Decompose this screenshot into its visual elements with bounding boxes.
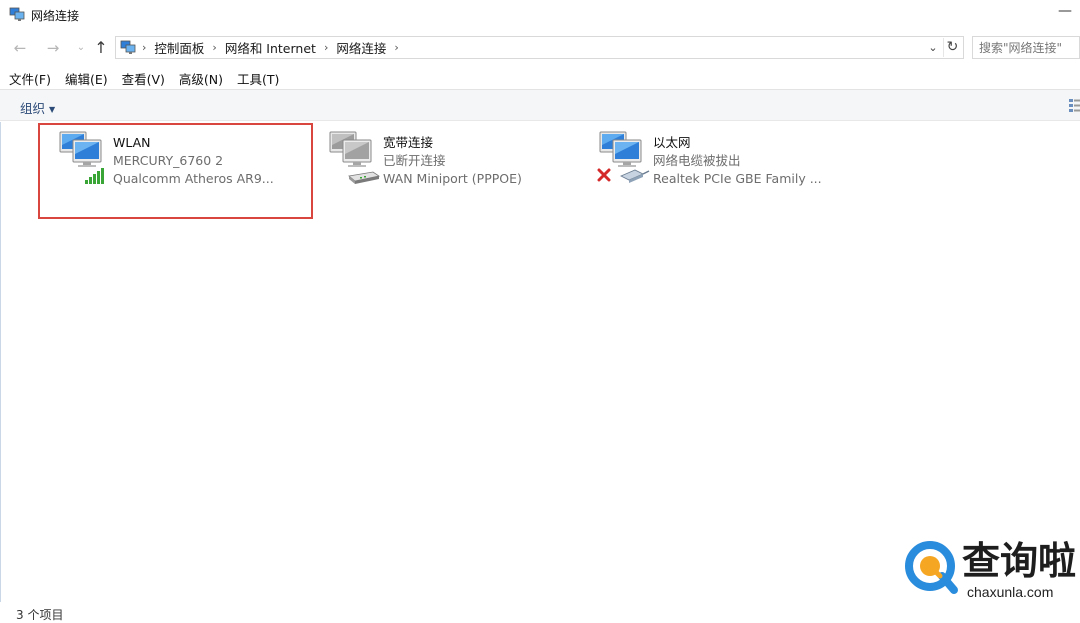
- status-bar-item-count: 3 个项目: [16, 608, 64, 622]
- connection-device: Realtek PCIe GBE Family ...: [653, 171, 822, 186]
- recent-locations-button[interactable]: ⌄: [72, 38, 90, 58]
- organize-label: 组织: [20, 101, 46, 116]
- broadband-modem-icon: [329, 131, 381, 184]
- back-button[interactable]: ←: [11, 38, 29, 58]
- forward-button[interactable]: →: [44, 38, 62, 58]
- network-location-icon: [120, 40, 136, 54]
- navigation-row: ← → ⌄ ↑ › 控制面板 › 网络和 Internet › 网络连接 › ⌄…: [0, 34, 1080, 62]
- breadcrumb-separator[interactable]: ›: [212, 41, 216, 54]
- breadcrumb-network-connections[interactable]: 网络连接: [336, 38, 386, 57]
- breadcrumb: › 控制面板 › 网络和 Internet › 网络连接 ›: [142, 37, 407, 58]
- address-bar[interactable]: › 控制面板 › 网络和 Internet › 网络连接 › ⌄ ↻: [115, 36, 964, 59]
- view-options-icon[interactable]: [1068, 98, 1080, 112]
- up-button[interactable]: ↑: [92, 38, 110, 58]
- connection-texts: 宽带连接 已断开连接 WAN Miniport (PPPOE): [383, 134, 522, 188]
- network-connections-app-icon: [9, 7, 25, 21]
- connection-status: 已断开连接: [383, 153, 446, 168]
- connection-device: WAN Miniport (PPPOE): [383, 171, 522, 186]
- connection-name: 以太网: [653, 135, 691, 150]
- breadcrumb-network-internet[interactable]: 网络和 Internet: [225, 38, 316, 57]
- watermark-logo-icon: [905, 541, 958, 594]
- organize-button[interactable]: 组织 ▼: [20, 98, 55, 117]
- minimize-button[interactable]: —: [1042, 0, 1072, 30]
- refresh-button[interactable]: ↻: [943, 38, 961, 57]
- window-title: 网络连接: [31, 9, 80, 23]
- connection-status: 网络电缆被拔出: [653, 153, 741, 168]
- menu-advanced[interactable]: 高级(N): [179, 69, 223, 88]
- command-bar: 组织 ▼: [0, 89, 1080, 121]
- connection-item-broadband[interactable]: 宽带连接 已断开连接 WAN Miniport (PPPOE): [327, 130, 577, 190]
- watermark: 查询啦 chaxunla.com: [904, 538, 1080, 608]
- watermark-text: 查询啦: [962, 539, 1077, 583]
- connection-texts: 以太网 网络电缆被拔出 Realtek PCIe GBE Family ...: [653, 134, 822, 188]
- menu-bar: 文件(F) 编辑(E) 查看(V) 高级(N) 工具(T): [0, 68, 1080, 88]
- annotation-highlight-box: [38, 123, 313, 219]
- watermark-domain: chaxunla.com: [967, 584, 1054, 600]
- search-box[interactable]: [972, 36, 1080, 59]
- breadcrumb-separator[interactable]: ›: [394, 41, 398, 54]
- breadcrumb-separator[interactable]: ›: [324, 41, 328, 54]
- menu-tools[interactable]: 工具(T): [237, 69, 279, 88]
- menu-view[interactable]: 查看(V): [122, 69, 165, 88]
- address-dropdown-button[interactable]: ⌄: [925, 39, 941, 56]
- menu-edit[interactable]: 编辑(E): [65, 69, 108, 88]
- breadcrumb-separator[interactable]: ›: [142, 41, 146, 54]
- chevron-down-icon: ▼: [49, 105, 56, 114]
- search-input[interactable]: [973, 37, 1079, 58]
- connection-item-ethernet[interactable]: 以太网 网络电缆被拔出 Realtek PCIe GBE Family ...: [597, 130, 847, 190]
- title-bar: 网络连接 —: [0, 0, 1080, 30]
- connection-name: 宽带连接: [383, 135, 434, 150]
- ethernet-disconnected-icon: [597, 131, 650, 183]
- breadcrumb-control-panel[interactable]: 控制面板: [154, 38, 204, 57]
- menu-file[interactable]: 文件(F): [9, 69, 51, 88]
